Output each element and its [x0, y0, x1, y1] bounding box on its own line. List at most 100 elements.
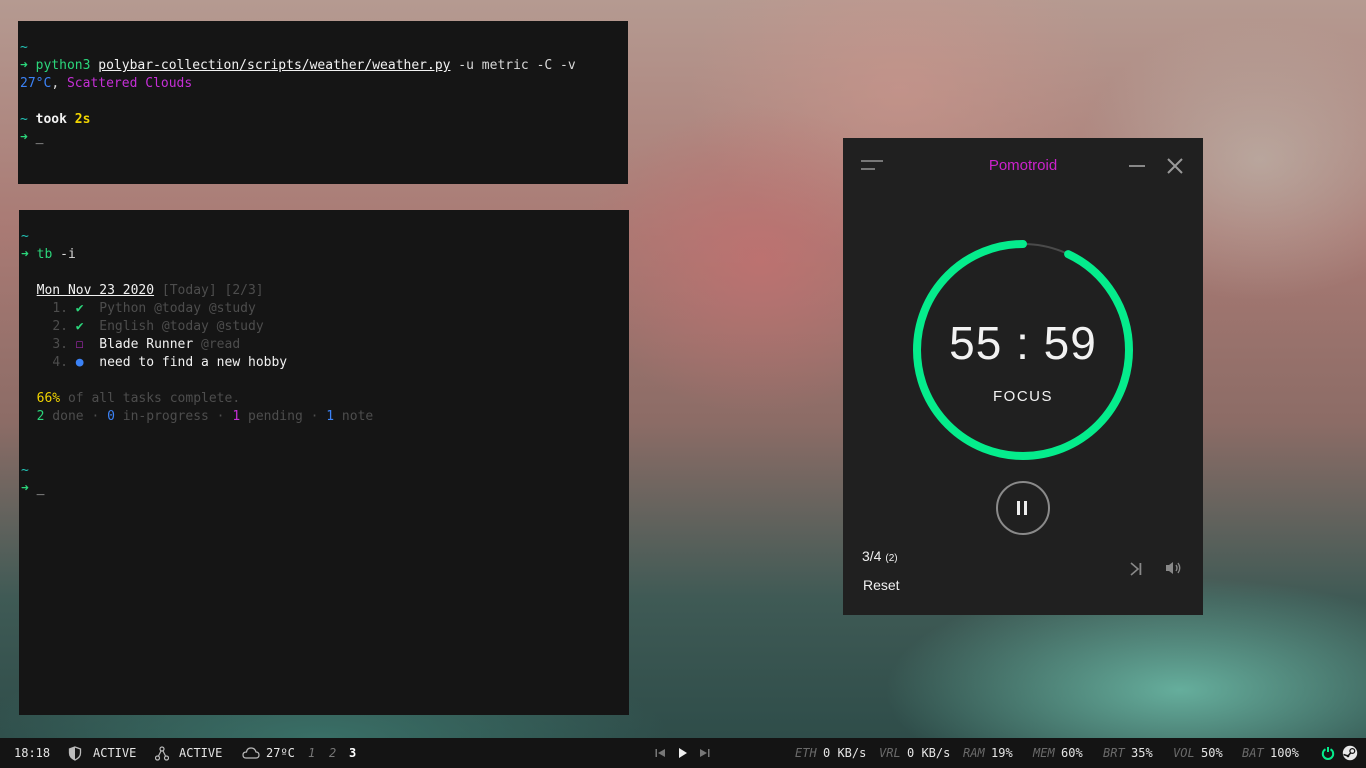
app-title: Pomotroid: [988, 157, 1058, 174]
battery-label: BAT: [1242, 746, 1264, 760]
task-number: 4.: [52, 355, 68, 370]
terminal-line: ➜ _: [21, 480, 629, 498]
terminal-line: 27°C, Scattered Clouds: [20, 75, 628, 93]
checkbox-icon: ☐: [75, 337, 84, 352]
network-icon: [155, 746, 169, 761]
weather-desc-output: Scattered Clouds: [66, 76, 193, 91]
status-bar: 18:18 ACTIVE ACTIVE 27ºC 1 2 3 ETH 0 KB/…: [0, 738, 1366, 768]
in-progress-count: 0: [107, 409, 115, 424]
vpn-status: ACTIVE: [93, 746, 137, 760]
reset-button[interactable]: Reset: [863, 577, 900, 593]
pause-icon: [1017, 501, 1020, 515]
terminal-line: ~: [20, 39, 628, 57]
command-name: python3: [35, 58, 91, 73]
terminal-line: ➜ python3 polybar-collection/scripts/wea…: [20, 57, 628, 75]
skip-icon[interactable]: [1129, 561, 1143, 577]
volume-icon[interactable]: [1165, 560, 1183, 576]
eth-label: ETH: [795, 746, 817, 760]
timer-mode: FOCUS: [993, 388, 1053, 405]
command-name: tb: [36, 247, 53, 262]
task-number: 1.: [52, 301, 68, 316]
volume-value: 50%: [1201, 746, 1223, 760]
terminal-line: Mon Nov 23 2020 [Today] [2/3]: [21, 282, 629, 300]
terminal-cursor[interactable]: _: [36, 130, 44, 145]
shield-icon: [68, 746, 82, 761]
command-args: -u metric -C -v: [450, 58, 576, 73]
took-time: 2s: [74, 112, 91, 127]
prompt-arrow: ➜: [20, 58, 28, 73]
battery-value: 100%: [1270, 746, 1299, 760]
task-item: 1. ✔ Python @today @study: [21, 300, 629, 318]
brightness-label: BRT: [1103, 746, 1125, 760]
task-text: English @today @study: [99, 319, 264, 334]
steam-icon[interactable]: [1342, 745, 1358, 761]
command-path: polybar-collection/scripts/weather/weath…: [98, 58, 451, 73]
task-text: need to find a new hobby: [99, 355, 288, 370]
pause-icon-bar: [1024, 501, 1027, 515]
terminal-cursor[interactable]: _: [37, 481, 45, 496]
close-icon[interactable]: [1166, 157, 1184, 175]
workspace-3-active[interactable]: 3: [349, 746, 356, 760]
check-icon: ✔: [75, 301, 84, 316]
workspace-1[interactable]: 1: [308, 746, 315, 760]
terminal-line: ➜ _: [20, 129, 628, 147]
pause-button[interactable]: [996, 481, 1050, 535]
board-date-header: Mon Nov 23 2020: [36, 283, 155, 298]
minimize-icon[interactable]: [1129, 165, 1145, 167]
pomotroid-window: Pomotroid 55 : 59 FOCUS 3/4 (2) Reset: [843, 138, 1203, 615]
prompt-arrow: ➜: [21, 247, 29, 262]
took-label: took: [27, 112, 75, 127]
pending-count: 1: [232, 409, 241, 424]
terminal-window-taskbook[interactable]: ~ ➜ tb -i Mon Nov 23 2020 [Today] [2/3] …: [19, 210, 629, 715]
completion-text: of all tasks complete.: [60, 391, 241, 406]
prev-icon[interactable]: [655, 748, 666, 758]
task-text: Python @today @study: [99, 301, 256, 316]
brightness-value: 35%: [1131, 746, 1153, 760]
terminal-line: 66% of all tasks complete.: [21, 390, 629, 408]
network-status: ACTIVE: [179, 746, 223, 760]
round-value: 3/4: [862, 548, 882, 564]
task-item: 3. ☐ Blade Runner @read: [21, 336, 629, 354]
vrl-value: 0 KB/s: [907, 746, 951, 760]
mem-value: 60%: [1061, 746, 1083, 760]
terminal-window-weather[interactable]: ~ ➜ python3 polybar-collection/scripts/w…: [18, 21, 628, 184]
command-args: -i: [52, 247, 76, 262]
in-progress-label: in-progress ·: [114, 409, 233, 424]
power-icon[interactable]: [1321, 746, 1335, 760]
ram-value: 19%: [991, 746, 1013, 760]
mem-label: MEM: [1033, 746, 1055, 760]
prompt-arrow: ➜: [20, 130, 28, 145]
task-number: 2.: [52, 319, 68, 334]
note-label: note: [334, 409, 374, 424]
terminal-line: 2 done · 0 in-progress · 1 pending · 1 n…: [21, 408, 629, 426]
play-icon[interactable]: [678, 747, 688, 759]
note-dot-icon: ●: [75, 355, 84, 370]
terminal-line: ~: [21, 462, 629, 480]
completion-percent: 66%: [36, 391, 61, 406]
workspace-2[interactable]: 2: [329, 746, 336, 760]
board-date-meta: [Today] [2/3]: [154, 283, 264, 298]
prompt-tilde: ~: [21, 463, 29, 478]
pending-label: pending ·: [240, 409, 327, 424]
vrl-label: VRL: [879, 746, 901, 760]
weather-temp: 27ºC: [266, 746, 295, 760]
task-item: 2. ✔ English @today @study: [21, 318, 629, 336]
output-separator: ,: [51, 76, 67, 91]
terminal-line: ➜ tb -i: [21, 246, 629, 264]
check-icon: ✔: [75, 319, 84, 334]
done-label: done ·: [44, 409, 108, 424]
task-text: Blade Runner: [99, 337, 194, 352]
eth-value: 0 KB/s: [823, 746, 867, 760]
weather-temp-output: 27°C: [20, 76, 52, 91]
task-tag: @read: [193, 337, 241, 352]
clock: 18:18: [14, 746, 51, 760]
prompt-tilde: ~: [20, 112, 28, 127]
ram-label: RAM: [963, 746, 985, 760]
prompt-arrow: ➜: [21, 481, 29, 496]
next-icon[interactable]: [699, 748, 710, 758]
